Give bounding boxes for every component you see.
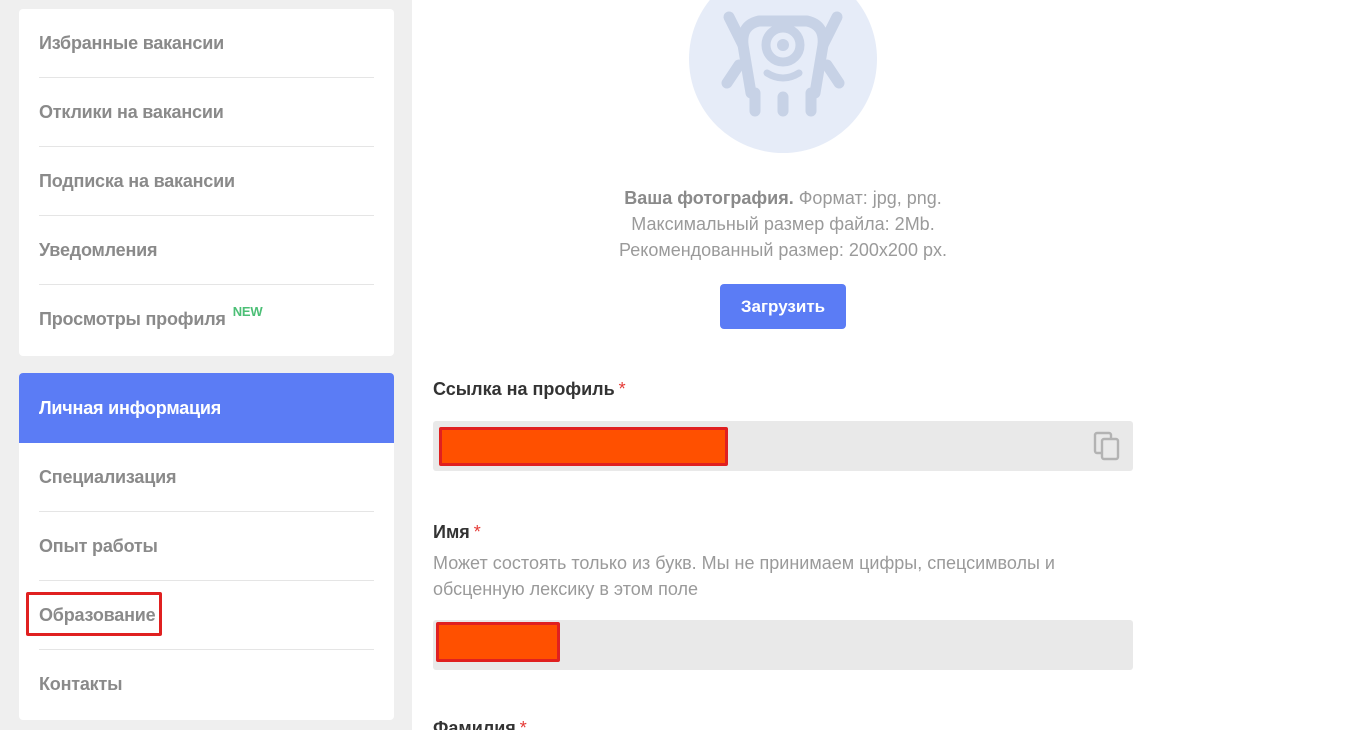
profile-link-label: Ссылка на профиль * bbox=[433, 379, 626, 400]
first-name-hint: Может состоять только из букв. Мы не при… bbox=[433, 553, 1055, 599]
sidebar-item-notifications[interactable]: Уведомления bbox=[19, 216, 394, 285]
copy-icon[interactable] bbox=[1093, 431, 1121, 461]
photo-title: Ваша фотография. bbox=[624, 188, 794, 208]
sidebar-item-vacancy-subscription[interactable]: Подписка на вакансии bbox=[19, 147, 394, 216]
photo-format: Формат: jpg, png. bbox=[798, 188, 942, 208]
sidebar-item-vacancy-responses[interactable]: Отклики на вакансии bbox=[19, 78, 394, 147]
sidebar-item-favorite-vacancies[interactable]: Избранные вакансии bbox=[19, 9, 394, 78]
sidebar-profile-menu: Личная информация Специализация Опыт раб… bbox=[19, 373, 394, 720]
photo-recommended-size: Рекомендованный размер: 200x200 px. bbox=[619, 240, 947, 260]
sidebar-item-profile-views[interactable]: Просмотры профиля NEW bbox=[19, 285, 394, 354]
photo-requirements: Ваша фотография. Формат: jpg, png. Макси… bbox=[583, 185, 983, 263]
monster-avatar-icon bbox=[721, 11, 845, 117]
required-mark: * bbox=[618, 379, 626, 399]
sidebar-item-specialization[interactable]: Специализация bbox=[19, 443, 394, 512]
last-name-label: Фамилия * bbox=[433, 718, 527, 730]
sidebar-item-label: Подписка на вакансии bbox=[39, 171, 235, 191]
sidebar-item-label: Уведомления bbox=[39, 240, 158, 260]
sidebar-item-education[interactable]: Образование bbox=[19, 581, 394, 650]
sidebar-item-contacts[interactable]: Контакты bbox=[19, 650, 394, 719]
field-label-text: Имя bbox=[433, 522, 470, 542]
photo-max-size: Максимальный размер файла: 2Mb. bbox=[631, 214, 935, 234]
required-mark: * bbox=[519, 718, 527, 730]
sidebar-item-label: Просмотры профиля bbox=[39, 309, 226, 329]
profile-link-field[interactable] bbox=[433, 421, 1133, 471]
first-name-field[interactable] bbox=[433, 620, 1133, 670]
sidebar-item-personal-info[interactable]: Личная информация bbox=[19, 373, 394, 443]
first-name-label: Имя * bbox=[433, 522, 481, 543]
field-label-text: Фамилия bbox=[433, 718, 516, 730]
sidebar-item-work-experience[interactable]: Опыт работы bbox=[19, 512, 394, 581]
profile-photo[interactable] bbox=[689, 0, 877, 153]
field-label-text: Ссылка на профиль bbox=[433, 379, 615, 399]
new-badge: NEW bbox=[232, 304, 263, 319]
redacted-value bbox=[436, 622, 560, 662]
sidebar-item-label: Избранные вакансии bbox=[39, 33, 224, 53]
sidebar-item-label: Опыт работы bbox=[39, 536, 158, 556]
sidebar-top-menu: Избранные вакансии Отклики на вакансии П… bbox=[19, 9, 394, 356]
sidebar-item-label: Отклики на вакансии bbox=[39, 102, 224, 122]
sidebar-item-label: Специализация bbox=[39, 467, 177, 487]
required-mark: * bbox=[473, 522, 481, 542]
sidebar-item-label: Личная информация bbox=[39, 397, 222, 418]
redacted-value bbox=[439, 427, 728, 466]
sidebar-item-label: Образование bbox=[39, 605, 156, 625]
upload-button[interactable]: Загрузить bbox=[720, 284, 846, 329]
sidebar-item-label: Контакты bbox=[39, 674, 123, 694]
